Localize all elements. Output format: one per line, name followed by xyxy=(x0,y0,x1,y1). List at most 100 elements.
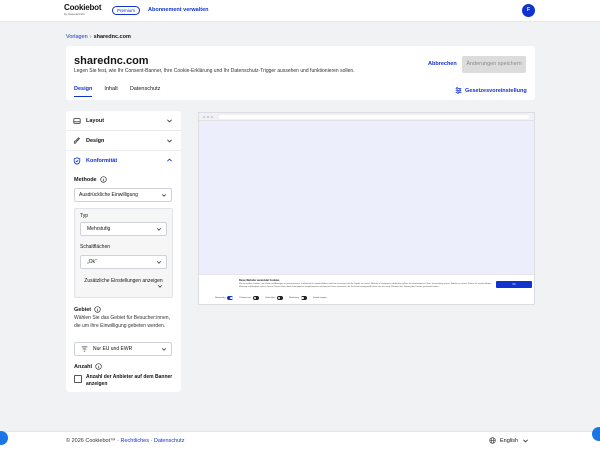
copyright: © 2026 Cookiebot™ xyxy=(66,438,116,444)
banner-title: Diese Website verwendet Cookies xyxy=(239,279,280,282)
chevron-down-icon xyxy=(161,194,167,197)
help-widget-button[interactable] xyxy=(592,427,600,441)
window-dot xyxy=(203,116,205,118)
info-icon[interactable] xyxy=(95,363,102,370)
toggle-label: Marketing xyxy=(289,296,299,299)
logo-subtext: by Usercentrics xyxy=(64,12,85,16)
banner-ok-button: Ok xyxy=(496,281,532,288)
language-selector[interactable]: English xyxy=(489,437,529,444)
area-label: Gebiet xyxy=(74,306,92,313)
toggle-switch xyxy=(227,296,234,300)
accordion-compliance[interactable]: Konformität xyxy=(66,151,181,171)
law-setting-label: Gesetzesvoreinstellung xyxy=(465,87,527,94)
footer-separator: · xyxy=(117,438,119,444)
toggle-switch xyxy=(253,296,260,300)
footer-links: © 2026 Cookiebot™ · Rechtliches · Datens… xyxy=(66,438,184,444)
law-setting-button[interactable]: Gesetzesvoreinstellung xyxy=(455,87,527,94)
page-description: Legen Sie fest, wie Ihr Consent-Banner, … xyxy=(74,68,355,74)
chevron-down-icon xyxy=(161,348,167,351)
accordion-layout-label: Layout xyxy=(86,118,105,124)
preview-url-bar xyxy=(219,115,529,119)
settings-sidebar: Layout Design Konformität Methode Ausdrü… xyxy=(66,111,181,392)
brush-icon xyxy=(73,137,80,144)
tab-content[interactable]: Inhalt xyxy=(104,86,117,97)
type-select-value: Mehrstufig xyxy=(87,226,111,232)
toggle-preferences: Präferenzen xyxy=(239,296,260,300)
premium-badge: Premium xyxy=(112,6,141,15)
additional-settings-toggle[interactable]: Zusätzliche Einstellungen anzeigen xyxy=(80,278,167,294)
additional-settings-label: Zusätzliche Einstellungen anzeigen xyxy=(84,278,163,284)
area-select[interactable]: Nur EU und EWR xyxy=(74,342,172,356)
banner-preview: Diese Website verwendet Cookies Wir verw… xyxy=(198,112,535,305)
privacy-link[interactable]: Datenschutz xyxy=(154,438,185,444)
top-bar: Cookiebot by Usercentrics Premium Abonne… xyxy=(0,0,600,22)
toggle-necessary: Notwendig xyxy=(215,296,234,300)
type-label: Typ xyxy=(80,213,89,219)
footer-separator: · xyxy=(150,438,153,444)
filter-icon xyxy=(81,346,88,352)
buttons-select[interactable]: „Ok“ xyxy=(80,255,167,269)
vendor-count-label[interactable]: Anzahl der Anbieter auf dem Banner anzei… xyxy=(86,374,178,388)
method-label-row: Methode xyxy=(74,176,107,183)
buttons-label: Schaltflächen xyxy=(80,244,111,250)
banner-toggles: Notwendig Präferenzen Statistiken Market… xyxy=(215,296,327,300)
toggle-label: Notwendig xyxy=(215,296,226,299)
chevron-up-icon xyxy=(167,158,172,162)
tab-privacy[interactable]: Datenschutz xyxy=(130,86,161,97)
toggle-switch xyxy=(277,296,284,300)
area-select-value: Nur EU und EWR xyxy=(93,346,133,352)
vendor-count-row: Anzahl der Anbieter auf dem Banner anzei… xyxy=(74,374,178,388)
language-label: English xyxy=(500,437,519,444)
method-select[interactable]: Ausdrückliche Einwilligung xyxy=(74,188,172,202)
user-avatar[interactable]: F xyxy=(522,4,535,17)
tab-bar: Design Inhalt Datenschutz xyxy=(74,86,160,97)
area-label-row: Gebiet xyxy=(74,306,101,313)
accordion-design[interactable]: Design xyxy=(66,131,181,151)
legal-link[interactable]: Rechtliches xyxy=(121,438,149,444)
cookiebot-logo[interactable]: Cookiebot by Usercentrics xyxy=(64,3,102,16)
chevron-down-icon xyxy=(167,139,172,143)
method-options-panel: Typ Mehrstufig Schaltflächen „Ok“ Zusätz… xyxy=(74,208,173,298)
method-label: Methode xyxy=(74,176,97,183)
preview-browser-bar xyxy=(199,113,534,121)
toggle-marketing: Marketing xyxy=(289,296,307,300)
toggle-label: Präferenzen xyxy=(239,296,252,299)
chevron-down-icon xyxy=(156,228,162,231)
window-dot xyxy=(207,116,209,118)
header-card: sharednc.com Legen Sie fest, wie Ihr Con… xyxy=(66,46,535,100)
page-title: sharednc.com xyxy=(74,55,149,67)
accordion-layout[interactable]: Layout xyxy=(66,111,181,131)
cancel-button[interactable]: Abbrechen xyxy=(428,61,457,67)
logo-text: Cookiebot xyxy=(64,3,102,12)
area-description: Wählen Sie das Gebiet für Besucher:innen… xyxy=(74,315,170,329)
vendor-count-checkbox[interactable] xyxy=(74,374,82,383)
cookie-banner-preview: Diese Website verwendet Cookies Wir verw… xyxy=(199,274,534,304)
sliders-icon xyxy=(455,87,462,94)
count-label: Anzahl xyxy=(74,363,93,370)
accordion-compliance-label: Konformität xyxy=(86,158,118,164)
chevron-down-icon xyxy=(523,439,528,443)
window-dot xyxy=(211,116,213,118)
shield-icon xyxy=(73,157,81,165)
save-changes-button[interactable]: Änderungen speichern xyxy=(462,56,526,73)
info-icon[interactable] xyxy=(94,306,101,313)
show-details-link: Details zeigen xyxy=(312,296,327,299)
layout-icon xyxy=(73,118,81,124)
breadcrumb-templates-link[interactable]: Vorlagen xyxy=(66,34,88,40)
chevron-down-icon xyxy=(157,285,163,288)
footer: © 2026 Cookiebot™ · Rechtliches · Datens… xyxy=(0,431,600,450)
globe-icon xyxy=(489,437,496,444)
accordion-design-label: Design xyxy=(86,138,105,144)
manage-subscription-link[interactable]: Abonnement verwalten xyxy=(148,7,209,13)
info-icon[interactable] xyxy=(99,176,107,183)
tab-design[interactable]: Design xyxy=(74,86,93,97)
toggle-statistics: Statistiken xyxy=(265,296,284,300)
chevron-down-icon xyxy=(156,261,162,264)
breadcrumb: Vorlagen › sharednc.com xyxy=(66,34,131,40)
type-select[interactable]: Mehrstufig xyxy=(80,222,167,236)
chevron-down-icon xyxy=(167,119,172,123)
count-label-row: Anzahl xyxy=(74,363,102,370)
method-select-value: Ausdrückliche Einwilligung xyxy=(79,192,138,198)
banner-text: Wir verwenden Cookies, um Inhalte und An… xyxy=(239,283,492,288)
breadcrumb-current: sharednc.com xyxy=(93,34,131,40)
